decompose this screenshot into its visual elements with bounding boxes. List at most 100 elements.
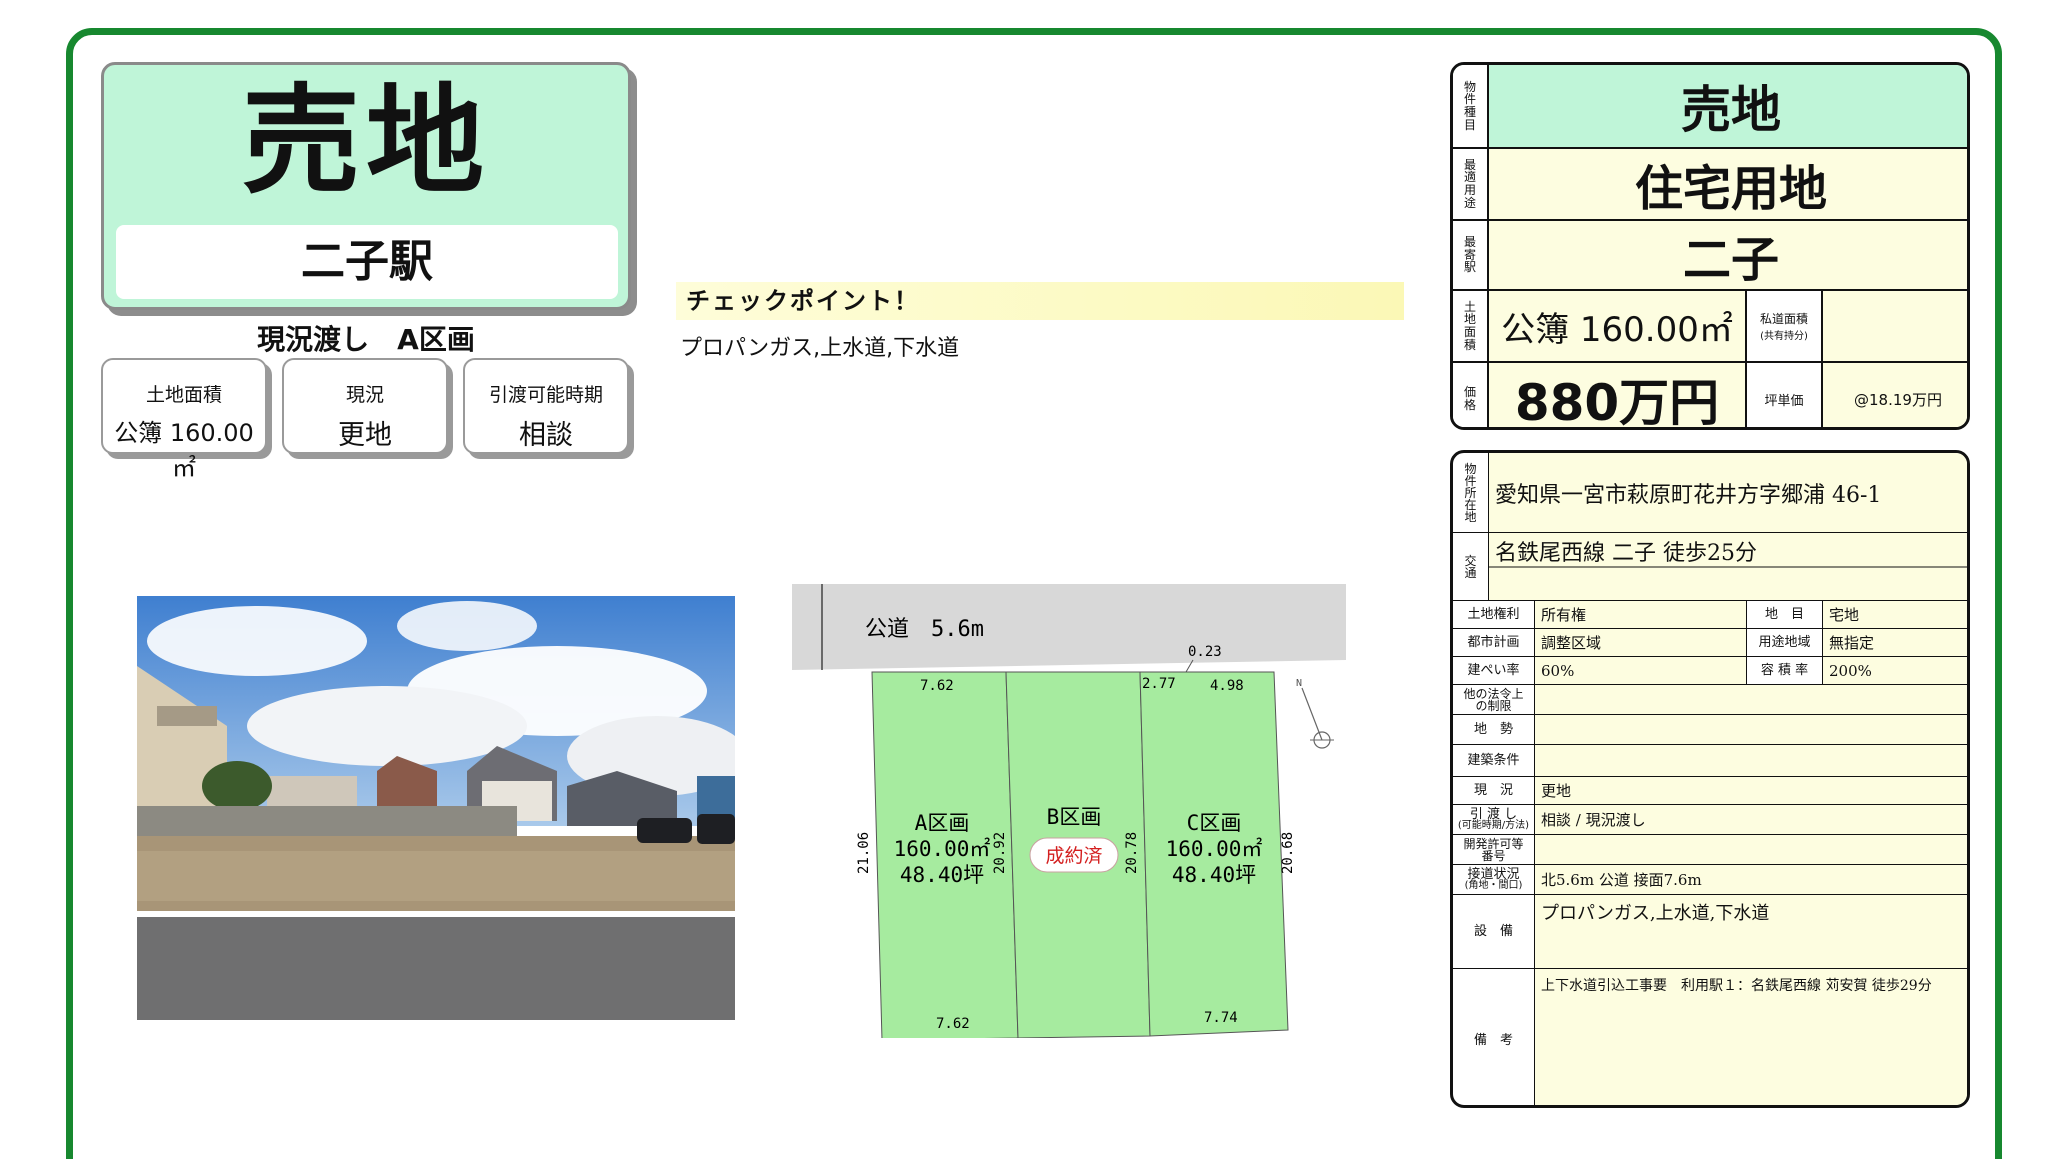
detail-value: 更地 — [1535, 777, 1967, 804]
detail-value: 調整区域 — [1535, 629, 1747, 656]
page-title: 売地 — [241, 72, 490, 210]
detail-location: 愛知県一宮市萩原町花井方字郷浦 46-1 — [1489, 453, 1967, 532]
detail-row-access: 交通 名鉄尾西線 二子 徒歩25分 — [1453, 533, 1967, 601]
site-photo-illustration — [137, 596, 735, 1020]
detail-row-development: 開発許可等番号 — [1453, 835, 1967, 865]
detail-value: 無指定 — [1823, 629, 1967, 656]
detail-access: 名鉄尾西線 二子 徒歩25分 — [1489, 533, 1967, 600]
detail-label: 建ぺい率 — [1453, 657, 1535, 684]
lot-c-area: 160.00㎡ — [1166, 837, 1263, 861]
info-boxes: 土地面積 公簿 160.00㎡ 現況 更地 引渡可能時期 相談 — [101, 358, 641, 482]
spec-area: 公簿 160.00㎡ — [1489, 291, 1747, 361]
detail-label-access: 交通 — [1453, 533, 1489, 600]
north-arrow-icon: N — [1296, 678, 1334, 749]
info-value: 相談 — [519, 420, 573, 451]
site-photo — [137, 596, 735, 1020]
lot-c-tsubo: 48.40坪 — [1172, 863, 1256, 887]
info-handover: 引渡可能時期 相談 — [463, 358, 629, 454]
detail-label: 都市計画 — [1453, 629, 1535, 656]
detail-label-location: 物件所在地 — [1453, 453, 1489, 532]
dim-top-c2: 4.98 — [1210, 678, 1244, 694]
detail-label: 他の法令上の制限 — [1453, 685, 1535, 714]
detail-row-city-plan: 都市計画 調整区域 用途地域 無指定 — [1453, 629, 1967, 657]
handover-subhead: 現況渡し A区画 — [257, 323, 475, 356]
dim-top-a: 7.62 — [920, 678, 954, 694]
info-label: 土地面積 — [145, 384, 222, 406]
detail-label: 建築条件 — [1453, 745, 1535, 776]
detail-row-status: 現 況 更地 — [1453, 777, 1967, 805]
spec-table: 物件種目 売地 最適用途 住宅用地 最寄駅 二子 土地面積 公簿 160.00㎡… — [1450, 62, 1970, 430]
dim-corner: 0.23 — [1188, 644, 1222, 660]
detail-row-road: 接道状況 (角地・間口) 北5.6m 公道 接面7.6m — [1453, 865, 1967, 895]
detail-value — [1535, 835, 1967, 864]
detail-value: 60% — [1535, 657, 1747, 684]
spec-price: 880万円 — [1489, 363, 1747, 427]
spec-label-station: 最寄駅 — [1453, 221, 1489, 289]
detail-row-facility: 設 備 プロパンガス,上水道,下水道 — [1453, 895, 1967, 969]
road-label: 公道 5.6m — [865, 617, 984, 642]
detail-row-handover: 引 渡 し (可能時期/方法) 相談 / 現況渡し — [1453, 805, 1967, 835]
spec-tsubo-label: 坪単価 — [1747, 363, 1823, 427]
detail-value: プロパンガス,上水道,下水道 — [1535, 895, 1967, 968]
station-title: 二子駅 — [116, 225, 618, 299]
detail-value: 相談 / 現況渡し — [1535, 805, 1967, 834]
checkpoint-text: プロパンガス,上水道,下水道 — [680, 336, 960, 361]
info-value: 公簿 160.00㎡ — [114, 419, 254, 482]
spec-tsubo-price: @18.19万円 — [1823, 363, 1967, 427]
info-status: 現況 更地 — [282, 358, 448, 454]
lot-plan-diagram: 公道 5.6m 7.62 2.77 4.98 0.23 7.62 7.74 21… — [790, 578, 1350, 1041]
spec-row-type: 物件種目 売地 — [1453, 65, 1967, 149]
checkpoint-heading: チェックポイント！ — [676, 282, 1404, 320]
detail-table: 物件所在地 愛知県一宮市萩原町花井方字郷浦 46-1 交通 名鉄尾西線 二子 徒… — [1450, 450, 1970, 1108]
lot-a-tsubo: 48.40坪 — [900, 863, 984, 887]
spec-row-price: 価格 880万円 坪単価 @18.19万円 — [1453, 363, 1967, 427]
dim-left-a: 21.06 — [856, 832, 872, 874]
detail-row-terrain: 地 勢 — [1453, 715, 1967, 745]
lot-plan-svg: 公道 5.6m 7.62 2.77 4.98 0.23 7.62 7.74 21… — [792, 584, 1346, 1041]
detail-label: 接道状況 (角地・間口) — [1453, 865, 1535, 894]
spec-type: 売地 — [1681, 81, 1781, 139]
detail-row-building: 建築条件 — [1453, 745, 1967, 777]
dim-top-c1: 2.77 — [1142, 676, 1176, 692]
lot-a-name: A区画 — [915, 811, 970, 835]
detail-label: 地 勢 — [1453, 715, 1535, 744]
info-label: 引渡可能時期 — [488, 384, 603, 406]
detail-label: 設 備 — [1453, 895, 1535, 968]
detail-row-legal: 他の法令上の制限 — [1453, 685, 1967, 715]
north-label: N — [1296, 678, 1302, 689]
detail-label: 備 考 — [1453, 969, 1535, 1105]
detail-label: 地 目 — [1747, 601, 1823, 628]
spec-label-use: 最適用途 — [1453, 149, 1489, 219]
detail-value — [1535, 685, 1967, 714]
lot-a-area: 160.00㎡ — [894, 837, 991, 861]
spec-row-use: 最適用途 住宅用地 — [1453, 149, 1967, 221]
detail-value: 上下水道引込工事要 利用駅１：名鉄尾西線 苅安賀 徒歩29分 — [1535, 969, 1967, 1105]
lot-c-name: C区画 — [1187, 811, 1242, 835]
info-label: 現況 — [345, 384, 384, 406]
detail-value: 宅地 — [1823, 601, 1967, 628]
dim-bottom-c: 7.74 — [1204, 1010, 1238, 1026]
spec-station: 二子 — [1682, 232, 1779, 288]
spec-row-area: 土地面積 公簿 160.00㎡ 私道面積 (共有持分) — [1453, 291, 1967, 363]
detail-row-coverage: 建ぺい率 60% 容 積 率 200% — [1453, 657, 1967, 685]
detail-label: 土地権利 — [1453, 601, 1535, 628]
lot-b-name: B区画 — [1047, 805, 1102, 829]
detail-label: 現 況 — [1453, 777, 1535, 804]
detail-label: 用途地域 — [1747, 629, 1823, 656]
dim-bc: 20.78 — [1124, 832, 1140, 874]
info-land-area: 土地面積 公簿 160.00㎡ — [101, 358, 267, 482]
detail-value — [1535, 715, 1967, 744]
spec-private-road-value — [1823, 291, 1967, 361]
info-value: 更地 — [338, 420, 392, 451]
dim-bottom-a: 7.62 — [936, 1016, 970, 1032]
detail-row-rights: 土地権利 所有権 地 目 宅地 — [1453, 601, 1967, 629]
title-card: 売地 二子駅 — [101, 62, 631, 310]
spec-private-road-label: 私道面積 (共有持分) — [1747, 291, 1823, 361]
detail-label: 引 渡 し (可能時期/方法) — [1453, 805, 1535, 834]
spec-label-area: 土地面積 — [1453, 291, 1489, 361]
detail-value: 所有権 — [1535, 601, 1747, 628]
detail-label: 容 積 率 — [1747, 657, 1823, 684]
spec-use: 住宅用地 — [1634, 161, 1827, 217]
detail-value — [1535, 745, 1967, 776]
spec-label-price: 価格 — [1453, 363, 1489, 427]
